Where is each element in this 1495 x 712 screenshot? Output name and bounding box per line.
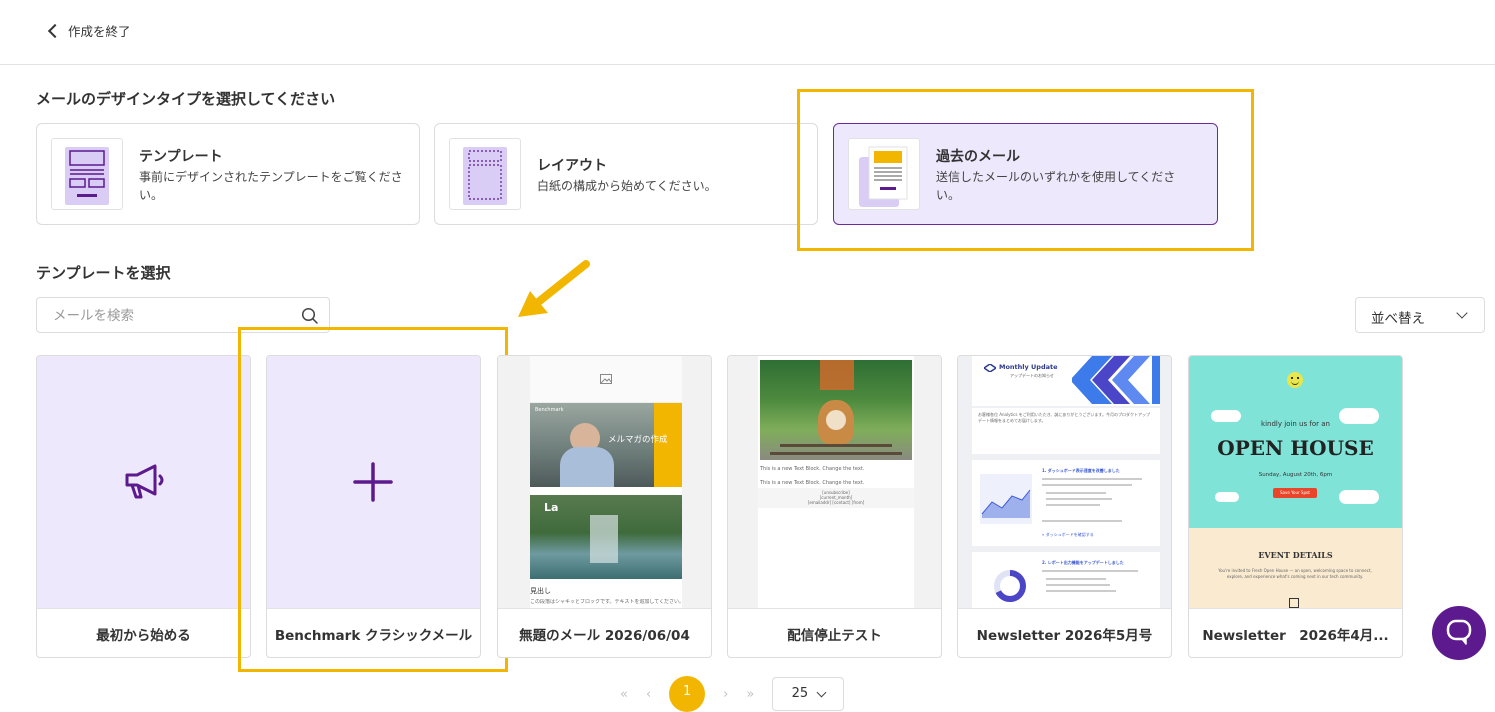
- newsletter-section-1: 1. ダッシュボード表示速度を改善しました » ダッシュボードを確認する: [972, 460, 1160, 546]
- chevron-left-icon: [47, 23, 63, 39]
- current-page-button[interactable]: 1: [669, 676, 706, 712]
- layout-type-icon: [449, 138, 521, 210]
- card-thumbnail: [267, 356, 480, 608]
- donut-chart-thumbnail: [994, 570, 1026, 602]
- template-card-newsletter-april[interactable]: kindly join us for an OPEN HOUSE Sunday,…: [1188, 355, 1403, 658]
- waterfall-image: La: [530, 495, 682, 579]
- text-line-1: This is a new Text Block. Change the tex…: [760, 466, 865, 472]
- sort-label: 並べ替え: [1371, 311, 1425, 327]
- newsletter-title: Monthly Update: [999, 363, 1058, 371]
- past-email-type-desc: 送信したメールのいずれかを使用してください。: [936, 170, 1176, 202]
- card-label: 配信停止テスト: [728, 608, 941, 657]
- event-details-title: EVENT DETAILS: [1258, 550, 1333, 560]
- design-type-layout[interactable]: レイアウト 白紙の構成から始めてください。: [434, 123, 818, 225]
- area-chart-thumbnail: [980, 474, 1032, 524]
- pagination: « ‹ 1 › » 25: [620, 676, 845, 712]
- template-card-benchmark-classic[interactable]: Benchmark クラシックメール: [266, 355, 481, 658]
- sort-dropdown[interactable]: 並べ替え: [1355, 297, 1485, 333]
- thumb-heading: 見出し: [530, 587, 551, 595]
- help-chat-button[interactable]: [1432, 606, 1486, 660]
- card-thumbnail: This is a new Text Block. Change the tex…: [728, 356, 941, 608]
- chevron-down-icon: [816, 687, 827, 698]
- template-card-newsletter-may[interactable]: Monthly Update アップデートのお知らせ お客様各位 Analyti…: [957, 355, 1172, 658]
- layout-type-desc: 白紙の構成から始めてください。: [537, 179, 717, 193]
- text-line-2: This is a new Text Block. Change the tex…: [760, 480, 865, 486]
- cloud-icon: [1215, 492, 1239, 502]
- section-1-title: 1. ダッシュボード表示速度を改善しました: [1042, 468, 1120, 473]
- template-card-untitled-email[interactable]: Benchmark メルマガの作成 La 見出し この段落はシャキッとブロックで…: [497, 355, 712, 658]
- email-search-input[interactable]: [51, 298, 295, 334]
- section-1-link: » ダッシュボードを確認する: [1042, 532, 1094, 537]
- plus-icon: [353, 462, 393, 502]
- image-icon: [600, 374, 612, 384]
- card-label: 最初から始める: [37, 608, 250, 657]
- newsletter-section-2: 2. レポート出力機能をアップデートしました: [972, 552, 1160, 608]
- exit-creation-button[interactable]: 作成を終了: [47, 21, 131, 40]
- image-placeholder: [530, 356, 682, 403]
- image-sub-text: La: [544, 501, 559, 514]
- per-page-value: 25: [791, 686, 809, 701]
- email-search-field[interactable]: [36, 297, 330, 334]
- card-label: Newsletter 2026年4月...: [1189, 608, 1402, 657]
- chat-icon: [1446, 619, 1472, 645]
- event-date: Sunday, August 20th, 6pm: [1258, 472, 1333, 478]
- hero-image: Benchmark メルマガの作成: [530, 403, 682, 487]
- template-type-icon: [51, 138, 123, 210]
- template-card-start-from-scratch[interactable]: 最初から始める: [36, 355, 251, 658]
- dog-photo: [760, 360, 912, 460]
- last-page-button[interactable]: »: [746, 687, 754, 702]
- exit-creation-label: 作成を終了: [68, 24, 131, 39]
- card-thumbnail: kindly join us for an OPEN HOUSE Sunday,…: [1189, 356, 1402, 608]
- template-card-unsubscribe-test[interactable]: This is a new Text Block. Change the tex…: [727, 355, 942, 658]
- event-details-text: You're invited to Fresh Open House — an …: [1218, 568, 1372, 579]
- chevron-banner-icon: [1072, 356, 1160, 404]
- chevron-down-icon: [1456, 307, 1468, 319]
- design-type-heading: メールのデザインタイプを選択してください: [36, 90, 336, 108]
- annotation-arrow-icon: [518, 260, 590, 317]
- layout-type-title: レイアウト: [537, 158, 607, 174]
- per-page-select[interactable]: 25: [772, 677, 845, 711]
- next-page-button[interactable]: ›: [723, 687, 728, 702]
- card-label: Newsletter 2026年5月号: [958, 608, 1171, 657]
- overlay-text: メルマガの作成: [608, 435, 668, 445]
- newsletter-subtitle: アップデートのお知らせ: [1010, 373, 1054, 378]
- card-label: Benchmark クラシックメール: [267, 608, 480, 657]
- template-type-desc: 事前にデザインされたテンプレートをご覧ください。: [139, 170, 403, 202]
- first-page-button[interactable]: «: [620, 687, 628, 702]
- invite-text: kindly join us for an: [1261, 420, 1330, 428]
- logo-icon: [984, 364, 996, 372]
- card-thumbnail: [37, 356, 250, 608]
- open-house-title: OPEN HOUSE: [1217, 436, 1374, 460]
- card-thumbnail: Benchmark メルマガの作成 La 見出し この段落はシャキッとブロックで…: [498, 356, 711, 608]
- design-type-template[interactable]: テンプレート 事前にデザインされたテンプレートをご覧ください。: [36, 123, 420, 225]
- past-email-type-icon: [848, 138, 920, 210]
- footer-line-1: [unsubscribe]: [822, 490, 850, 495]
- smiley-icon: [1287, 372, 1303, 388]
- save-spot-button: Save Your Spot: [1273, 488, 1317, 498]
- cloud-icon: [1339, 490, 1379, 504]
- search-icon[interactable]: [301, 307, 319, 325]
- newsletter-intro: お客様各位 Analytics をご利用いただき、誠にありがとうございます。今月…: [972, 408, 1160, 454]
- section-2-title: 2. レポート出力機能をアップデートしました: [1042, 560, 1124, 565]
- past-email-type-title: 過去のメール: [936, 149, 1020, 165]
- card-label: 無題のメール 2026/06/04: [498, 608, 711, 657]
- brand-text: Benchmark: [535, 407, 564, 413]
- megaphone-icon: [125, 464, 164, 499]
- card-thumbnail: Monthly Update アップデートのお知らせ お客様各位 Analyti…: [958, 356, 1171, 608]
- top-bar: 作成を終了: [0, 0, 1495, 65]
- design-type-past-email[interactable]: 過去のメール 送信したメールのいずれかを使用してください。: [833, 123, 1218, 225]
- thumb-body: この段落はシャキッとブロックです。テキストを追加してください。: [530, 599, 682, 605]
- prev-page-button[interactable]: ‹: [646, 687, 651, 702]
- template-select-heading: テンプレートを選択: [36, 264, 171, 282]
- calendar-icon: [1289, 598, 1299, 608]
- footer-line-3: [emailaddr] [contact] [from]: [807, 500, 865, 505]
- template-type-title: テンプレート: [139, 149, 223, 165]
